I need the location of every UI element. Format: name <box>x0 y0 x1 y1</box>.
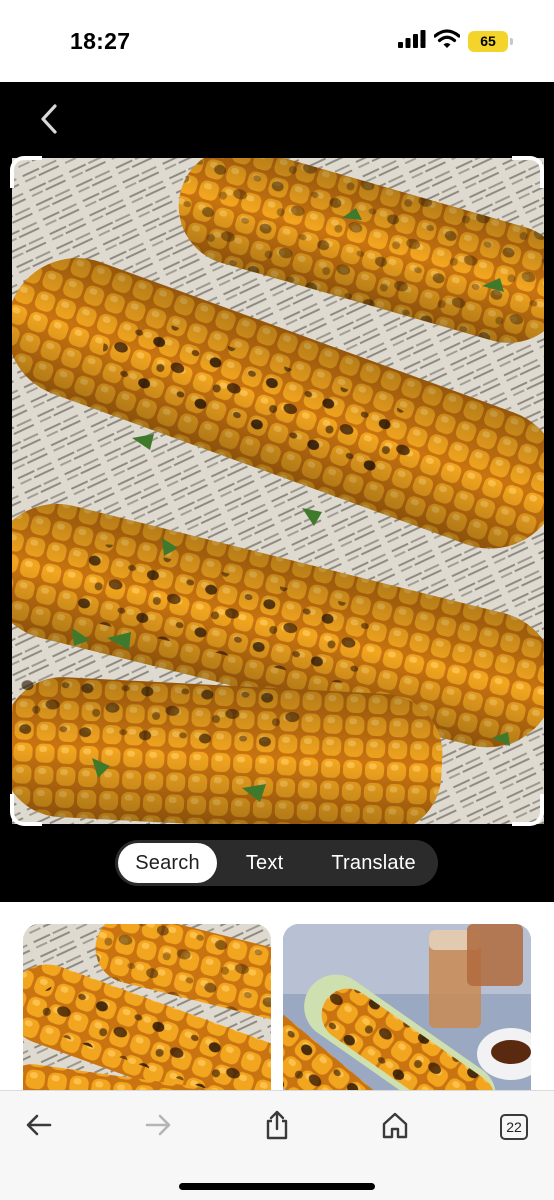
arrow-left-icon <box>26 1114 52 1141</box>
crop-handle-bottom-left[interactable] <box>10 794 42 826</box>
lens-mode-switch: Search Text Translate <box>115 840 438 886</box>
browser-toolbar: 22 <box>0 1090 554 1200</box>
crop-handle-top-right[interactable] <box>512 156 544 188</box>
tabs-count: 22 <box>500 1114 528 1140</box>
crop-handle-bottom-right[interactable] <box>512 794 544 826</box>
searched-image[interactable] <box>12 158 544 824</box>
tab-translate[interactable]: Translate <box>312 843 435 883</box>
home-icon <box>381 1111 409 1144</box>
wifi-icon <box>433 28 461 54</box>
battery-icon: 65 <box>468 30 513 52</box>
battery-cap <box>510 37 513 45</box>
lens-viewer: Search Text Translate <box>0 82 554 902</box>
crop-handle-top-left[interactable] <box>10 156 42 188</box>
tab-text[interactable]: Text <box>217 843 312 883</box>
status-bar: 18:27 65 <box>0 0 554 82</box>
share-icon <box>264 1110 290 1145</box>
battery-level: 65 <box>480 33 496 49</box>
status-icons: 65 <box>398 28 513 54</box>
visual-results <box>0 902 554 1090</box>
result-image[interactable] <box>23 924 271 1090</box>
home-button[interactable] <box>373 1105 417 1149</box>
status-time: 18:27 <box>70 28 131 54</box>
back-button[interactable] <box>32 102 66 140</box>
share-button[interactable] <box>255 1105 299 1149</box>
tabs-button[interactable]: 22 <box>492 1105 536 1149</box>
tab-search[interactable]: Search <box>118 843 218 883</box>
browser-forward-button[interactable] <box>136 1105 180 1149</box>
chevron-left-icon <box>39 103 59 140</box>
cellular-signal-icon <box>398 29 426 53</box>
home-indicator[interactable] <box>179 1183 375 1190</box>
result-image[interactable] <box>283 924 531 1090</box>
browser-back-button[interactable] <box>17 1105 61 1149</box>
arrow-right-icon <box>145 1114 171 1141</box>
